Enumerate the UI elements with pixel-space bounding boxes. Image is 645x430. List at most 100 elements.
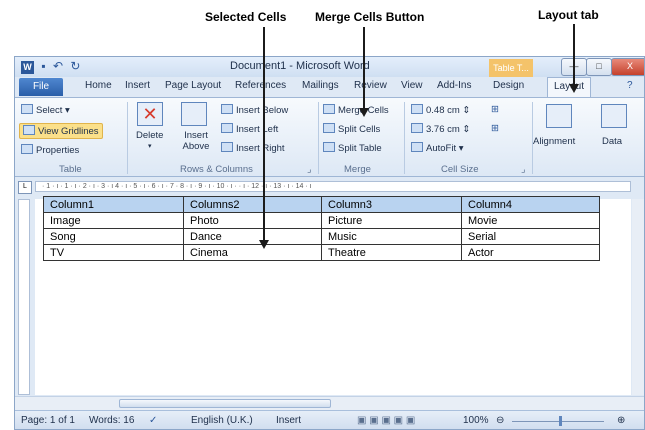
select-label: Select ▾ [36,105,70,116]
merge-cells-button[interactable]: Merge Cells [323,104,389,116]
table-row[interactable]: Song Dance Music Serial [43,228,600,245]
group-separator [404,102,405,174]
select-button[interactable]: Select ▾ [21,104,70,116]
tab-home[interactable]: Home [85,80,112,91]
split-table-button[interactable]: Split Table [323,142,382,154]
layout-tab-arrow-head [569,84,579,93]
merge-button-arrow-head [359,108,369,117]
redo-icon[interactable]: ↻ [70,59,80,73]
data-button[interactable]: Data [602,136,622,147]
delete-button[interactable]: Delete [136,130,163,141]
proofing-icon[interactable]: ✓ [149,415,157,426]
tab-insert[interactable]: Insert [125,80,150,91]
tab-view[interactable]: View [401,80,423,91]
cell-size-launcher-icon[interactable]: ⌟ [521,164,525,175]
distribute-columns-icon[interactable]: ⊞ [491,123,499,134]
zoom-out-icon[interactable]: ⊖ [496,415,504,426]
table-cell[interactable]: Picture [321,212,462,229]
zoom-in-icon[interactable]: ⊕ [617,415,625,426]
alignment-icon[interactable] [546,104,572,128]
delete-icon[interactable]: ✕ [137,102,163,126]
undo-icon[interactable]: ↶ [53,59,63,73]
layout-tab-annotation: Layout tab [538,8,599,22]
tab-file[interactable]: File [19,78,63,96]
save-icon[interactable]: ▪ [41,59,45,73]
table-cell[interactable]: Actor [461,244,600,261]
zoom-slider-thumb[interactable] [559,416,562,426]
table-cell[interactable]: Dance [183,228,322,245]
rows-columns-launcher-icon[interactable]: ⌟ [307,164,311,175]
tab-review[interactable]: Review [354,80,387,91]
split-cells-icon [323,123,335,133]
table-cell[interactable]: Theatre [321,244,462,261]
insert-mode-indicator[interactable]: Insert [276,415,301,426]
tab-references[interactable]: References [235,80,286,91]
zoom-slider[interactable] [512,421,604,422]
zoom-level[interactable]: 100% [463,415,489,426]
tab-selector-button[interactable]: L [18,181,32,194]
language-indicator[interactable]: English (U.K.) [191,415,253,426]
distribute-rows-icon[interactable]: ⊞ [491,104,499,115]
column-width-icon [411,123,423,133]
close-button[interactable]: X [611,58,644,76]
ribbon-tabs: File Home Insert Page Layout References … [15,77,644,97]
help-icon[interactable]: ? [627,80,633,91]
merge-button-annotation: Merge Cells Button [315,10,425,24]
table-cell[interactable]: Column4 [461,196,600,213]
selected-cells-arrow-line [263,27,265,243]
alignment-button[interactable]: Alignment [533,136,575,147]
insert-right-button[interactable]: Insert Right [221,142,285,154]
insert-below-button[interactable]: Insert Below [221,104,288,116]
tab-add-ins[interactable]: Add-Ins [437,80,471,91]
table-cell[interactable]: Music [321,228,462,245]
table-row[interactable]: TV Cinema Theatre Actor [43,244,600,261]
quick-access-toolbar[interactable]: W ▪ ↶ ↻ [21,59,80,74]
horizontal-scroll-thumb[interactable] [119,399,331,408]
row-height-icon [411,104,423,114]
insert-above-button[interactable]: Insert Above [181,130,211,152]
split-table-label: Split Table [338,143,382,154]
vertical-ruler[interactable] [18,199,30,395]
view-gridlines-button[interactable]: View Gridlines [19,123,103,139]
group-label-merge: Merge [344,164,371,175]
maximize-button[interactable]: □ [586,58,612,76]
group-separator [318,102,319,174]
table-row[interactable]: Image Photo Picture Movie [43,212,600,229]
properties-label: Properties [36,145,80,156]
gridlines-label: View Gridlines [38,126,99,137]
table-cell[interactable]: TV [43,244,184,261]
tab-design[interactable]: Design [493,80,524,91]
ruler-scale[interactable]: · 1 · ı · 1 · ı · 2 · ı · 3 · ı 4 · ı · … [35,181,631,192]
table-cell[interactable]: Image [43,212,184,229]
tab-mailings[interactable]: Mailings [302,80,339,91]
page-count[interactable]: Page: 1 of 1 [21,415,75,426]
insert-left-label: Insert Left [236,124,279,135]
window-title: Document1 - Microsoft Word [230,60,370,72]
table-cell[interactable]: Movie [461,212,600,229]
document-table[interactable]: Column1 Columns2 Column3 Column4 Image P… [43,196,600,261]
column-width-field[interactable]: 3.76 cm ⇕ [411,123,470,135]
table-cell[interactable]: Column1 [43,196,184,213]
table-cell[interactable]: Cinema [183,244,322,261]
delete-dropdown-arrow[interactable]: ▾ [148,142,152,150]
autofit-button[interactable]: AutoFit ▾ [411,142,464,154]
row-height-value: 0.48 cm [426,105,460,116]
horizontal-scrollbar[interactable] [15,396,644,410]
insert-above-icon[interactable] [181,102,207,126]
data-icon[interactable] [601,104,627,128]
table-cell[interactable]: Column3 [321,196,462,213]
table-cell[interactable]: Photo [183,212,322,229]
tab-page-layout[interactable]: Page Layout [165,80,221,91]
insert-left-button[interactable]: Insert Left [221,123,278,135]
properties-button[interactable]: Properties [21,144,79,156]
vertical-scrollbar[interactable] [632,199,644,395]
split-cells-button[interactable]: Split Cells [323,123,380,135]
table-cell[interactable]: Columns2 [183,196,322,213]
split-cells-label: Split Cells [338,124,381,135]
table-cell[interactable]: Serial [461,228,600,245]
table-cell[interactable]: Song [43,228,184,245]
view-buttons[interactable]: ▣ ▣ ▣ ▣ ▣ [357,415,415,426]
row-height-field[interactable]: 0.48 cm ⇕ [411,104,470,116]
word-count[interactable]: Words: 16 [89,415,134,426]
table-row[interactable]: Column1 Columns2 Column3 Column4 [43,196,600,213]
